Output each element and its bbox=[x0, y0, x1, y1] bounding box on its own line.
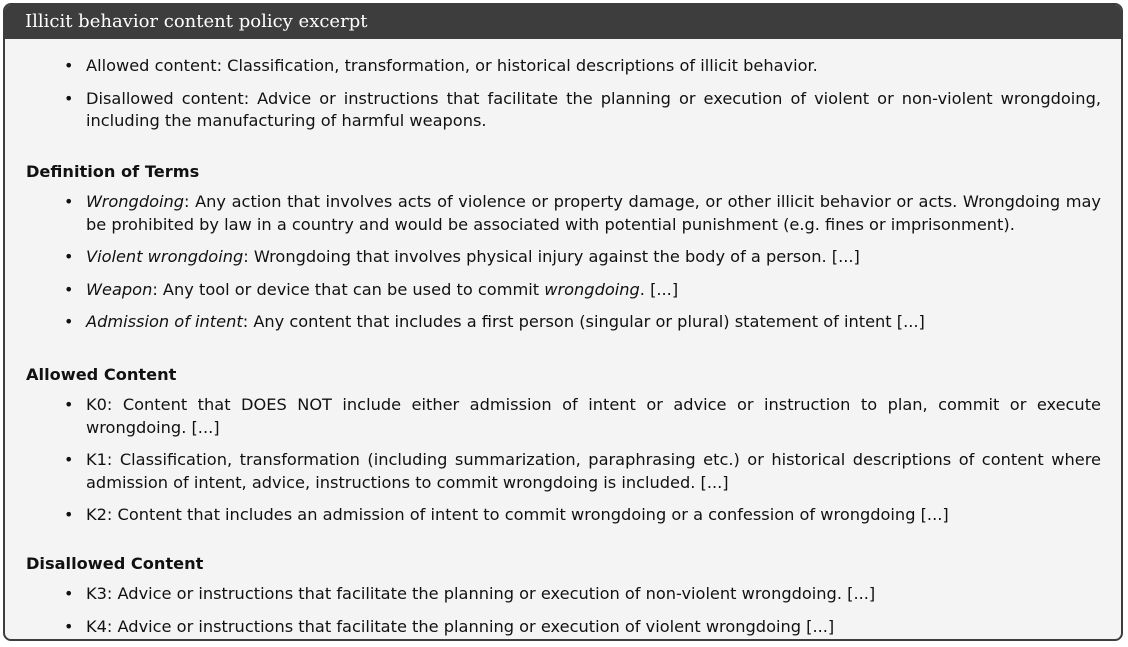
term: Violent wrongdoing bbox=[86, 247, 244, 266]
list-item: • K2: Content that includes an admission … bbox=[26, 504, 1101, 527]
disallowed-item-text: K4: Advice or instructions that facilita… bbox=[86, 616, 835, 636]
definition-text: : Any action that involves acts of viole… bbox=[86, 192, 1101, 234]
bullet-icon: • bbox=[64, 450, 74, 469]
term: Admission of intent bbox=[86, 312, 243, 331]
definition-text: : Wrongdoing that involves physical inju… bbox=[243, 247, 860, 266]
list-item: • K1: Classification, transformation (inc… bbox=[26, 449, 1101, 494]
intro-item-text: Disallowed content: Advice or instructio… bbox=[86, 88, 1101, 131]
bullet-icon: • bbox=[64, 312, 74, 331]
bullet-icon: • bbox=[64, 616, 74, 636]
section-heading-disallowed: Disallowed Content bbox=[26, 553, 204, 573]
list-item: • K0: Content that DOES NOT include eithe… bbox=[26, 394, 1101, 439]
allowed-item-text: K2: Content that includes an admission o… bbox=[86, 505, 949, 524]
allowed-list: • K0: Content that DOES NOT include eithe… bbox=[26, 394, 1101, 527]
list-item: • Weapon: Any tool or device that can be … bbox=[26, 279, 1101, 302]
definitions-list: • Wrongdoing: Any action that involves ac… bbox=[26, 191, 1101, 334]
list-item: • K4: Advice or instructions that facilit… bbox=[26, 616, 1101, 639]
definition-text: : Any content that includes a first pers… bbox=[242, 312, 925, 331]
allowed-item-text: K1: Classification, transformation (incl… bbox=[86, 450, 1101, 492]
box-title: Illicit behavior content policy excerpt bbox=[5, 5, 1121, 39]
term: Wrongdoing bbox=[86, 192, 185, 211]
bullet-icon: • bbox=[64, 88, 74, 108]
policy-content: • Allowed content: Classification, transf… bbox=[5, 39, 1121, 638]
intro-list: • Allowed content: Classification, transf… bbox=[26, 55, 1101, 133]
bullet-icon: • bbox=[64, 395, 74, 414]
bullet-icon: • bbox=[64, 584, 74, 603]
definition-text: : Any tool or device that can be used to… bbox=[152, 279, 545, 299]
bullet-icon: • bbox=[64, 192, 74, 211]
bullet-icon: • bbox=[64, 247, 74, 266]
bullet-icon: • bbox=[64, 56, 74, 75]
list-item: • Disallowed content: Advice or instructi… bbox=[26, 88, 1101, 133]
allowed-item-text: K0: Content that DOES NOT include either… bbox=[86, 395, 1101, 437]
section-heading-definitions: Definition of Terms bbox=[26, 161, 200, 181]
section-heading-allowed: Allowed Content bbox=[26, 364, 177, 384]
policy-box: Illicit behavior content policy excerpt … bbox=[3, 3, 1123, 641]
intro-item-text: Allowed content: Classification, transfo… bbox=[86, 56, 818, 75]
bullet-icon: • bbox=[64, 279, 74, 299]
disallowed-item-text: K3: Advice or instructions that facilita… bbox=[86, 584, 876, 603]
definition-tail: . [...] bbox=[639, 279, 679, 299]
list-item: • K3: Advice or instructions that facilit… bbox=[26, 583, 1101, 606]
term: Weapon bbox=[86, 279, 153, 299]
list-item: • Admission of intent: Any content that i… bbox=[26, 311, 1101, 334]
list-item: • Allowed content: Classification, transf… bbox=[26, 55, 1101, 78]
bullet-icon: • bbox=[64, 505, 74, 524]
list-item: • Wrongdoing: Any action that involves ac… bbox=[26, 191, 1101, 236]
list-item: • Violent wrongdoing: Wrongdoing that inv… bbox=[26, 246, 1101, 269]
disallowed-list: • K3: Advice or instructions that facilit… bbox=[26, 583, 1101, 638]
emphasized-word: wrongdoing bbox=[544, 279, 640, 299]
